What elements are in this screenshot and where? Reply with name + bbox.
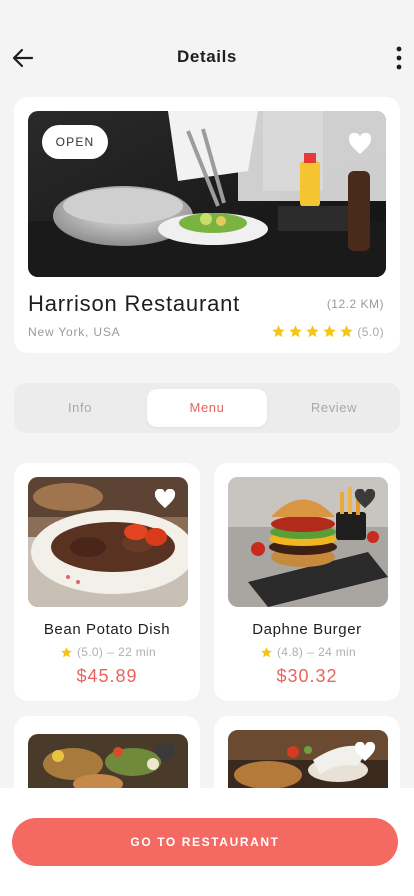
- rating-value: (5.0): [357, 324, 384, 339]
- restaurant-name: Harrison Restaurant: [28, 291, 241, 316]
- tab-review[interactable]: Review: [274, 389, 394, 427]
- dish-meta: (4.8) – 24 min: [214, 645, 400, 659]
- dish-image: [228, 477, 388, 607]
- heart-icon[interactable]: [154, 489, 176, 509]
- star-icon: [306, 325, 320, 338]
- dish-time: 22 min: [118, 645, 156, 659]
- dish-meta: (5.0) – 22 min: [14, 645, 200, 659]
- heart-icon[interactable]: [348, 133, 372, 155]
- dish-rating: (5.0): [77, 645, 104, 659]
- tab-info[interactable]: Info: [20, 389, 140, 427]
- star-icon: [289, 325, 303, 338]
- star-icon: [323, 325, 337, 338]
- menu-item-card[interactable]: Bean Potato Dish (5.0) – 22 min $45.89: [14, 463, 200, 701]
- heart-icon[interactable]: [154, 744, 176, 764]
- star-icon: [261, 646, 272, 657]
- header: Details: [0, 0, 414, 96]
- go-to-restaurant-button[interactable]: GO TO RESTAURANT: [12, 818, 398, 866]
- star-icon: [61, 646, 72, 657]
- star-icon: [340, 325, 354, 338]
- dish-name: Daphne Burger: [252, 621, 362, 638]
- tab-bar: Info Menu Review: [14, 383, 400, 433]
- restaurant-distance: (12.2 KM): [326, 297, 384, 311]
- menu-item-card[interactable]: Daphne Burger (4.8) – 24 min $30.32: [214, 463, 400, 701]
- more-vertical-icon[interactable]: [394, 45, 404, 71]
- star-icon: [272, 325, 286, 338]
- dish-name: Bean Potato Dish: [43, 621, 171, 638]
- rating-stars: (5.0): [269, 324, 384, 339]
- restaurant-card: OPEN Harrison Restaurant (12.2 KM) New Y…: [14, 97, 400, 353]
- page-title: Details: [177, 47, 237, 66]
- heart-icon[interactable]: [354, 742, 376, 762]
- dish-rating: (4.8): [277, 645, 304, 659]
- heart-icon[interactable]: [354, 489, 376, 509]
- dish-image: [28, 477, 188, 607]
- tab-menu[interactable]: Menu: [147, 389, 267, 427]
- separator: –: [307, 645, 315, 659]
- restaurant-hero-image: OPEN: [28, 111, 386, 277]
- bottom-bar: GO TO RESTAURANT: [0, 788, 414, 896]
- dish-price: $30.32: [276, 666, 338, 686]
- dish-price: $45.89: [76, 666, 138, 686]
- open-status-badge: OPEN: [42, 125, 108, 159]
- separator: –: [107, 645, 115, 659]
- dish-time: 24 min: [318, 645, 356, 659]
- restaurant-location: New York, USA: [28, 325, 121, 339]
